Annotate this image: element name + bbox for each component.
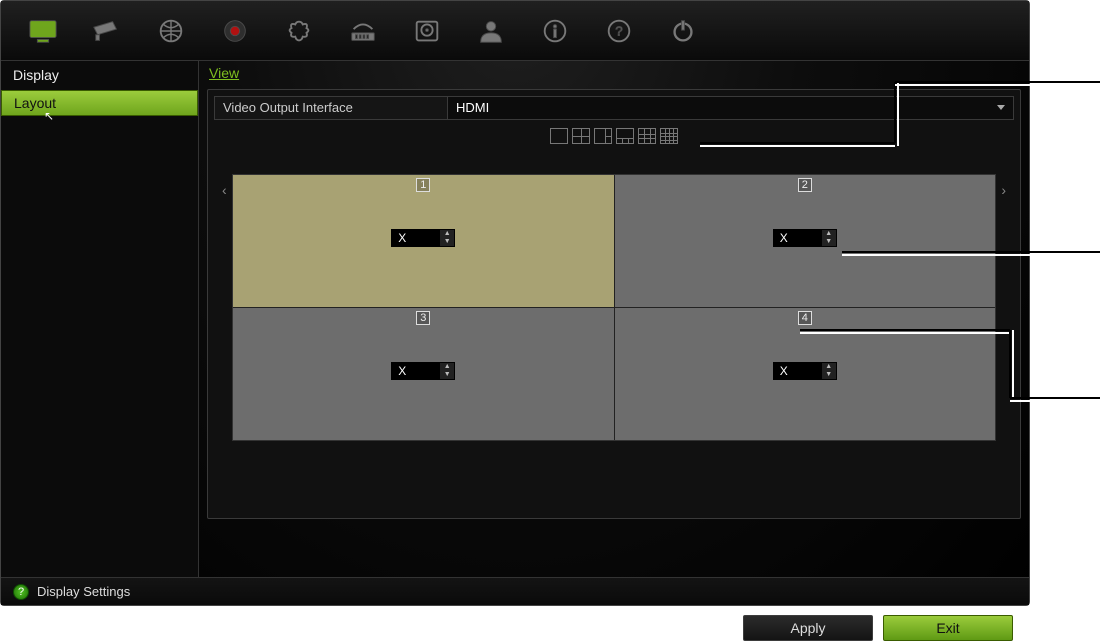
spinner-icon[interactable]: ▲▼ (822, 230, 836, 246)
cell-channel-value: X (774, 363, 822, 379)
user-icon[interactable] (475, 16, 507, 46)
network-icon[interactable] (347, 16, 379, 46)
layout-1x1-icon[interactable] (550, 128, 568, 144)
layout-cell-4[interactable]: 4 X ▲▼ (615, 308, 996, 440)
apply-button[interactable]: Apply (743, 615, 873, 641)
status-text: Display Settings (37, 584, 130, 599)
layout-4x4-icon[interactable] (660, 128, 678, 144)
camera-icon[interactable] (91, 16, 123, 46)
cell-channel-select[interactable]: X ▲▼ (391, 229, 455, 247)
layout-mode-bar (214, 128, 1014, 148)
tab-bar: View (205, 61, 1029, 85)
cell-channel-value: X (774, 230, 822, 246)
prev-page-button[interactable]: ‹ (222, 182, 227, 198)
sidebar-item-layout[interactable]: Layout ↖ (1, 90, 198, 116)
help-icon[interactable]: ? (13, 584, 29, 600)
layout-cell-1[interactable]: 1 X ▲▼ (233, 175, 614, 307)
top-toolbar: ? (1, 1, 1029, 61)
svg-text:?: ? (615, 23, 622, 38)
cell-channel-select[interactable]: X ▲▼ (773, 229, 837, 247)
cell-channel-value: X (392, 230, 440, 246)
layout-cell-2[interactable]: 2 X ▲▼ (615, 175, 996, 307)
spinner-icon[interactable]: ▲▼ (822, 363, 836, 379)
info-icon[interactable] (539, 16, 571, 46)
cell-number: 2 (798, 178, 812, 192)
mouse-cursor-icon: ↖ (44, 109, 54, 123)
monitor-icon[interactable] (27, 16, 59, 46)
layout-cell-3[interactable]: 3 X ▲▼ (233, 308, 614, 440)
sidebar-heading: Display (1, 61, 198, 89)
alarm-icon[interactable] (283, 16, 315, 46)
cell-channel-select[interactable]: X ▲▼ (773, 362, 837, 380)
layout-1-5-icon[interactable] (594, 128, 612, 144)
cell-channel-value: X (392, 363, 440, 379)
spinner-icon[interactable]: ▲▼ (440, 363, 454, 379)
help-toolbar-icon[interactable]: ? (603, 16, 635, 46)
cell-number: 3 (416, 311, 430, 325)
record-icon[interactable] (219, 16, 251, 46)
layout-grid: 1 X ▲▼ 2 X ▲▼ (232, 174, 996, 441)
cell-number: 1 (416, 178, 430, 192)
spinner-icon[interactable]: ▲▼ (440, 230, 454, 246)
tab-view[interactable]: View (207, 63, 241, 83)
layout-3x3-icon[interactable] (638, 128, 656, 144)
status-bar: ? Display Settings (1, 577, 1029, 605)
hdd-icon[interactable] (411, 16, 443, 46)
layout-1-7-icon[interactable] (616, 128, 634, 144)
sidebar: Display Layout ↖ (1, 61, 199, 577)
cell-number: 4 (798, 311, 812, 325)
output-interface-label: Video Output Interface (214, 96, 448, 120)
view-panel: Video Output Interface HDMI ‹ › (207, 89, 1021, 519)
output-interface-select[interactable]: HDMI (448, 96, 1014, 120)
layout-2x2-icon[interactable] (572, 128, 590, 144)
exit-button[interactable]: Exit (883, 615, 1013, 641)
output-interface-value: HDMI (456, 100, 489, 115)
globe-icon[interactable] (155, 16, 187, 46)
cell-channel-select[interactable]: X ▲▼ (391, 362, 455, 380)
power-icon[interactable] (667, 16, 699, 46)
next-page-button[interactable]: › (1001, 182, 1006, 198)
